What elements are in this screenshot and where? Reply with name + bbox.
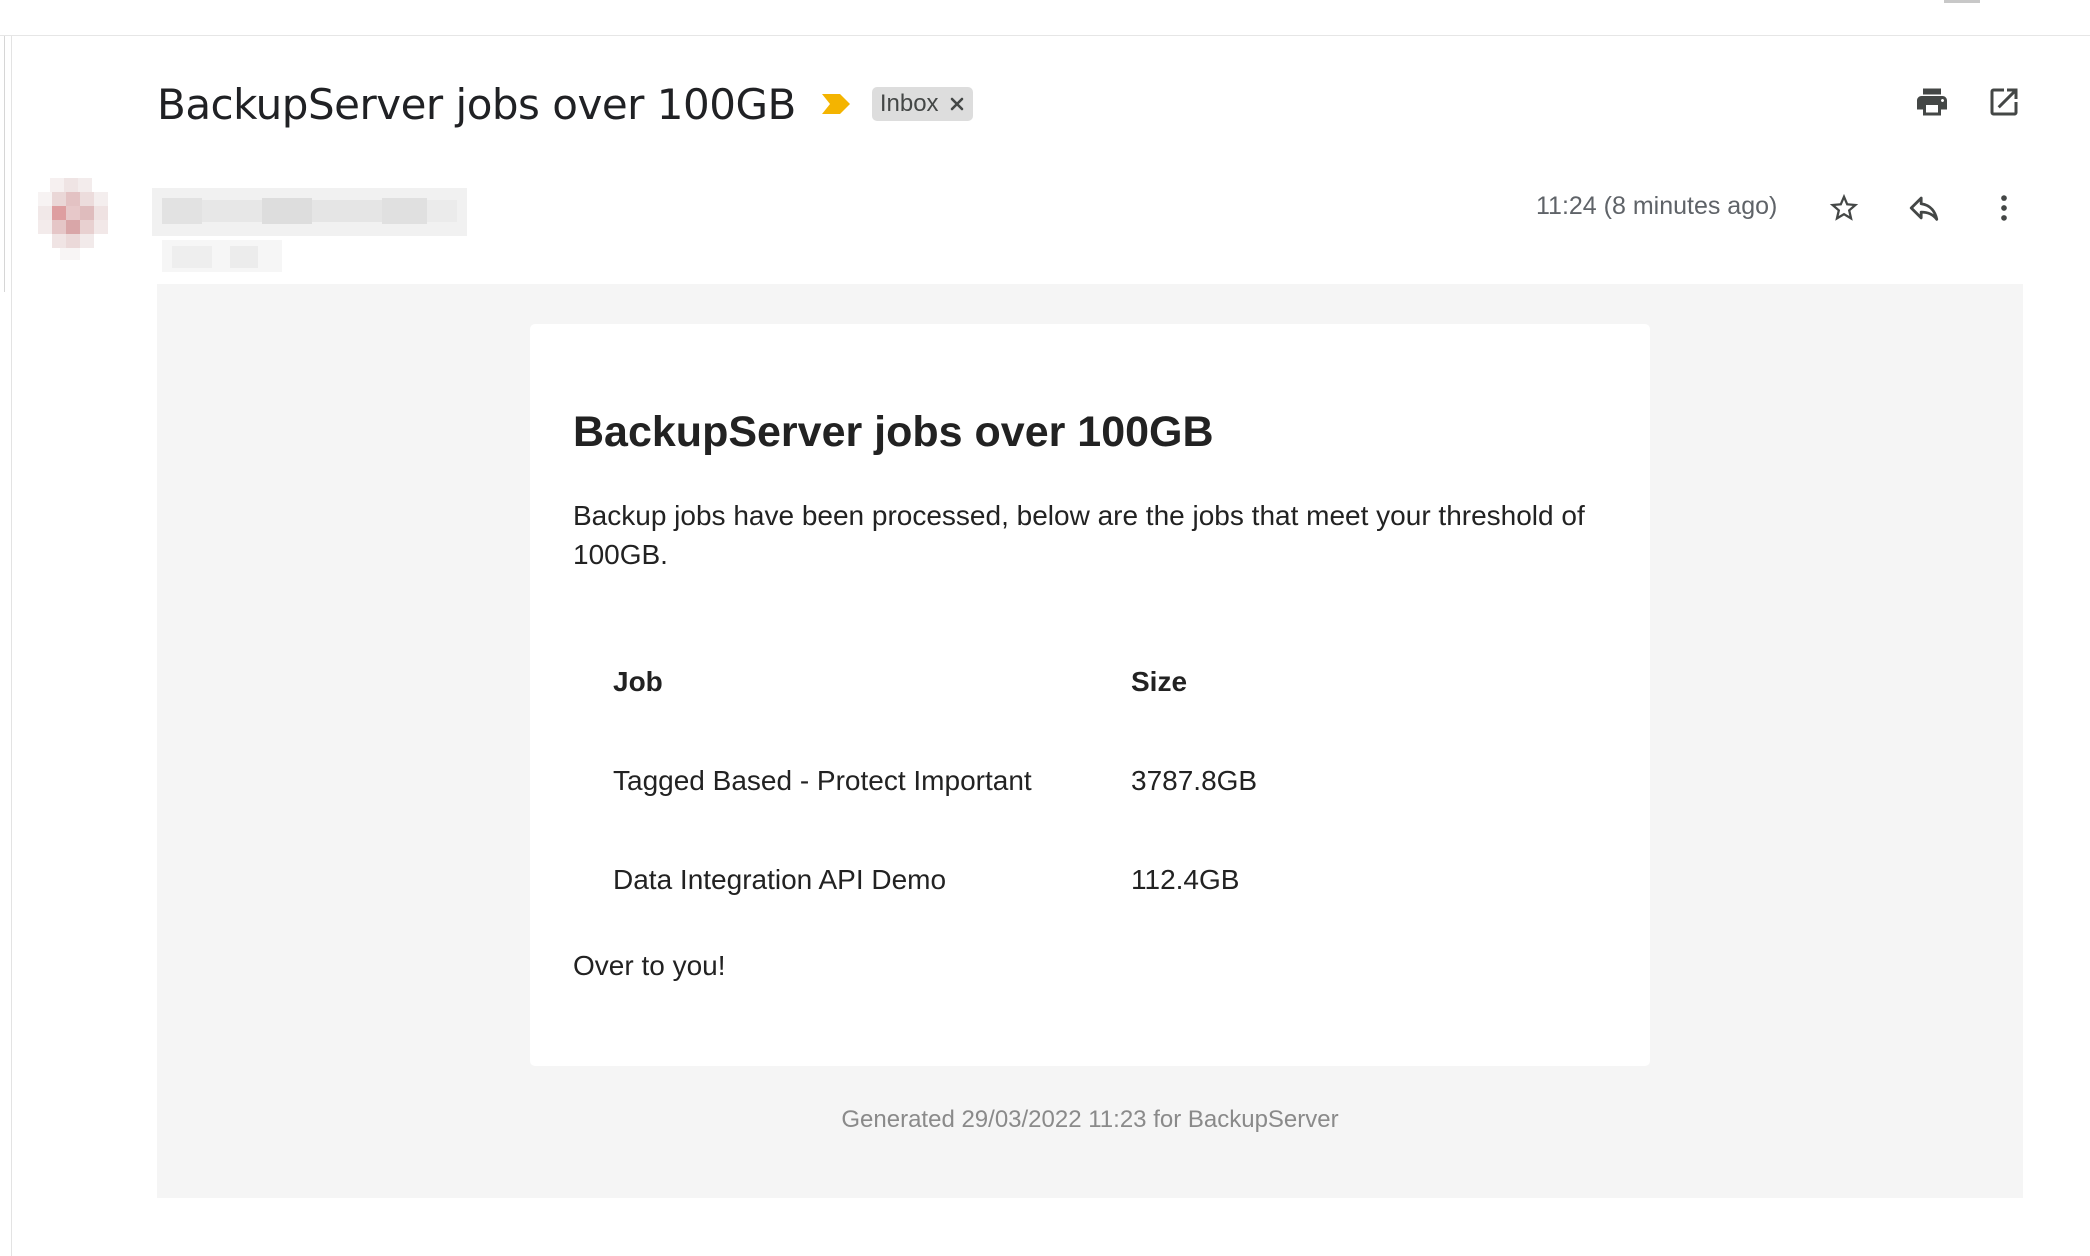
- toolbar-edge: [1944, 0, 1980, 3]
- email-body: BackupServer jobs over 100GB Backup jobs…: [157, 284, 2023, 1198]
- email-title: BackupServer jobs over 100GB: [573, 408, 1214, 456]
- label-chip-inbox[interactable]: Inbox: [871, 87, 973, 121]
- sender-info[interactable]: [152, 188, 467, 277]
- table-row: Data Integration API Demo 112.4GB: [573, 830, 1273, 929]
- reply-button[interactable]: [1900, 184, 1948, 232]
- open-in-new-window-icon: [1990, 88, 2018, 116]
- open-new-window-button[interactable]: [1980, 78, 2028, 126]
- table-header-row: Job Size: [573, 632, 1273, 731]
- job-name-cell: Tagged Based - Protect Important: [613, 764, 1032, 796]
- more-options-button[interactable]: [1980, 184, 2028, 232]
- print-icon: [1917, 88, 1947, 116]
- message-timestamp[interactable]: 11:24 (8 minutes ago): [1536, 192, 1777, 221]
- sender-avatar[interactable]: [38, 166, 138, 278]
- email-card: BackupServer jobs over 100GB Backup jobs…: [530, 324, 1650, 1066]
- email-footer: Generated 29/03/2022 11:23 for BackupSer…: [841, 1106, 1339, 1133]
- thread-subject-row: BackupServer jobs over 100GB Inbox: [157, 76, 973, 132]
- thread-subject: BackupServer jobs over 100GB: [157, 79, 796, 129]
- top-strip: [0, 0, 2090, 36]
- remove-label-icon[interactable]: [949, 96, 965, 112]
- thread-actions: [1908, 78, 2028, 126]
- email-intro: Backup jobs have been processed, below a…: [573, 500, 1585, 570]
- job-size-cell: 3787.8GB: [1131, 764, 1258, 796]
- jobs-table: Job Size Tagged Based - Protect Importan…: [573, 632, 1273, 929]
- more-vertical-icon: [2001, 195, 2007, 221]
- column-header-size: Size: [1131, 665, 1188, 697]
- left-rail: [0, 36, 12, 1256]
- reply-icon: [1909, 196, 1939, 221]
- label-chip-text: Inbox: [879, 90, 939, 117]
- column-header-job: Job: [613, 665, 663, 697]
- star-icon: [1829, 193, 1859, 221]
- job-size-cell: 112.4GB: [1131, 863, 1240, 895]
- job-name-cell: Data Integration API Demo: [613, 863, 947, 895]
- print-button[interactable]: [1908, 78, 1956, 126]
- email-outro: Over to you!: [573, 950, 726, 981]
- importance-marker-icon[interactable]: [820, 92, 852, 116]
- message-actions: [1820, 184, 2028, 232]
- table-row: Tagged Based - Protect Important 3787.8G…: [573, 731, 1273, 830]
- star-button[interactable]: [1820, 184, 1868, 232]
